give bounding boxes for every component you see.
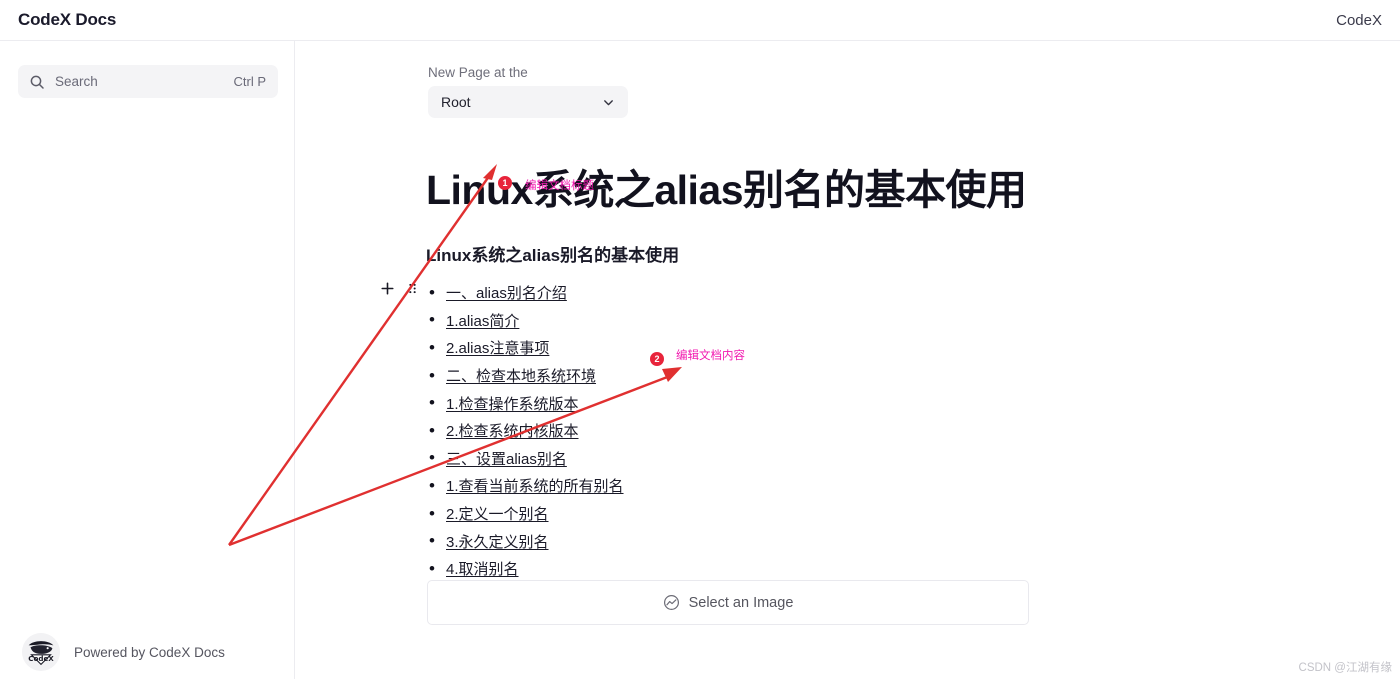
drag-handle-icon[interactable] — [408, 282, 417, 300]
select-image-label: Select an Image — [688, 594, 794, 611]
parent-page-select-value: Root — [441, 94, 471, 110]
toc-link[interactable]: 4.取消别名 — [446, 558, 519, 579]
editor-block-tools — [380, 281, 417, 301]
toc-link[interactable]: 2.定义一个别名 — [446, 503, 549, 524]
sidebar-footer: CodeX Powered by CodeX Docs — [22, 633, 225, 671]
list-item[interactable]: 2.检查系统内核版本 — [446, 417, 641, 445]
annotation-label-1: 编辑文档标题 — [525, 180, 594, 192]
list-item[interactable]: 一、alias别名介绍 — [446, 279, 641, 307]
annotation-badge-2: 2 — [650, 352, 664, 366]
list-item[interactable]: 3.永久定义别名 — [446, 527, 641, 555]
top-bar-account-link[interactable]: CodeX — [1336, 12, 1382, 29]
chevron-down-icon — [602, 96, 615, 109]
app-root: CodeX Docs CodeX Search Ctrl P CodeX Pow… — [0, 0, 1400, 679]
parent-page-select[interactable]: Root — [428, 86, 628, 118]
toc-link[interactable]: 2.alias注意事项 — [446, 337, 549, 358]
annotation-badge-1: 1 — [498, 176, 512, 190]
toc-link[interactable]: 3.永久定义别名 — [446, 531, 549, 552]
list-item[interactable]: 1.查看当前系统的所有别名 — [446, 472, 641, 500]
document-title-input[interactable]: Linux系统之alias别名的基本使用 — [426, 167, 1027, 214]
toc-link[interactable]: 一、alias别名介绍 — [446, 282, 567, 303]
toc-link[interactable]: 1.查看当前系统的所有别名 — [446, 475, 624, 496]
svg-text:CodeX: CodeX — [28, 654, 54, 663]
search-input[interactable]: Search Ctrl P — [18, 65, 278, 98]
sidebar: Search Ctrl P CodeX Powered by CodeX Doc… — [0, 41, 295, 679]
list-item[interactable]: 二、检查本地系统环境 — [446, 362, 641, 390]
csdn-watermark: CSDN @江湖有缘 — [1298, 662, 1392, 674]
powered-by-label: Powered by CodeX Docs — [74, 644, 225, 660]
app-brand-title[interactable]: CodeX Docs — [18, 10, 116, 30]
table-of-contents-list: 一、alias别名介绍 1.alias简介 2.alias注意事项 二、检查本地… — [446, 279, 641, 610]
annotation-label-2: 编辑文档内容 — [676, 350, 745, 362]
list-item[interactable]: 1.alias简介 — [446, 307, 641, 335]
toc-link[interactable]: 1.检查操作系统版本 — [446, 393, 579, 414]
search-placeholder: Search — [55, 74, 98, 89]
list-item[interactable]: 三、设置alias别名 — [446, 445, 641, 473]
list-item[interactable]: 2.alias注意事项 — [446, 334, 641, 362]
new-page-parent-label: New Page at the — [428, 65, 528, 80]
main-content: New Page at the Root Linux系统之alias别名的基本使… — [296, 41, 1400, 679]
search-icon — [29, 74, 45, 90]
search-shortcut-hint: Ctrl P — [233, 74, 267, 89]
toc-link[interactable]: 1.alias简介 — [446, 310, 519, 331]
top-bar: CodeX Docs CodeX — [0, 0, 1400, 41]
toc-link[interactable]: 二、检查本地系统环境 — [446, 365, 596, 386]
select-image-button[interactable]: Select an Image — [427, 580, 1029, 625]
toc-link[interactable]: 三、设置alias别名 — [446, 448, 567, 469]
list-item[interactable]: 4.取消别名 — [446, 555, 641, 583]
image-icon — [663, 594, 680, 611]
toc-link[interactable]: 2.检查系统内核版本 — [446, 420, 579, 441]
codex-logo-icon: CodeX — [22, 633, 60, 671]
list-item[interactable]: 1.检查操作系统版本 — [446, 389, 641, 417]
list-item[interactable]: 2.定义一个别名 — [446, 500, 641, 528]
plus-icon[interactable] — [380, 281, 395, 301]
document-subtitle-block[interactable]: Linux系统之alias别名的基本使用 — [426, 241, 679, 266]
